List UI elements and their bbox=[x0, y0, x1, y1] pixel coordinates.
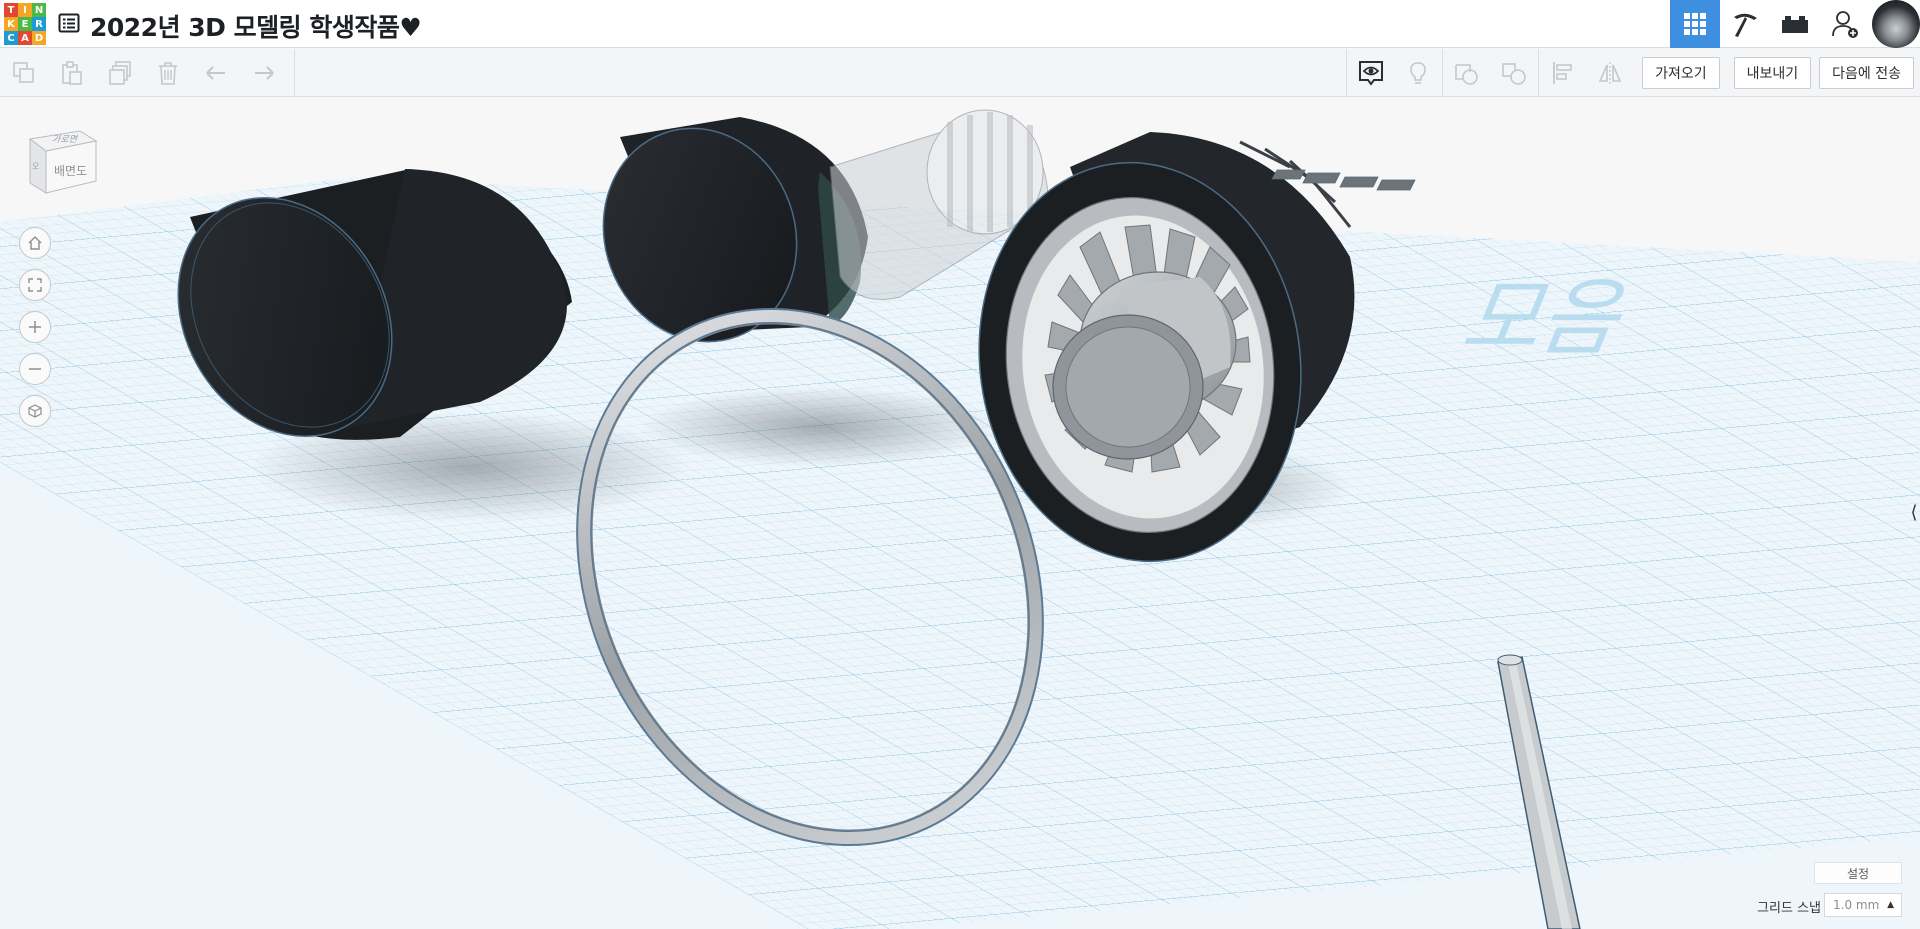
scene-canvas[interactable]: 모음 bbox=[0, 97, 1920, 929]
notes-toggle-button[interactable] bbox=[1346, 49, 1394, 97]
copy-button[interactable] bbox=[0, 49, 48, 97]
logo-letter: T bbox=[4, 3, 18, 17]
tinkercad-logo[interactable]: TINKERCAD bbox=[4, 3, 46, 45]
zoom-in-icon bbox=[29, 321, 41, 333]
logo-letter: R bbox=[32, 17, 46, 31]
fit-view-button[interactable] bbox=[19, 269, 51, 301]
zoom-out-icon bbox=[29, 368, 41, 370]
pickaxe-icon bbox=[1734, 13, 1757, 37]
view-cube[interactable]: 가로면 배면도 오 bbox=[22, 125, 100, 201]
delete-button[interactable] bbox=[144, 49, 192, 97]
viewcube-side-label: 오 bbox=[32, 162, 39, 171]
viewcube-top-label: 가로면 bbox=[51, 134, 80, 145]
paste-icon bbox=[62, 61, 82, 85]
logo-letter: A bbox=[18, 31, 32, 45]
duplicate-icon bbox=[109, 61, 131, 85]
document-title[interactable]: 2022년 3D 모델링 학생작품♥ bbox=[90, 8, 422, 44]
logo-letter: N bbox=[32, 3, 46, 17]
home-view-icon bbox=[28, 236, 42, 250]
grid-view-icon bbox=[1684, 13, 1706, 35]
logo-letter: E bbox=[18, 17, 32, 31]
ortho-view-icon bbox=[28, 404, 42, 418]
caret-up-icon: ▲ bbox=[1887, 900, 1894, 910]
logo-letter: D bbox=[32, 31, 46, 45]
add-user-icon bbox=[1832, 11, 1858, 38]
import-button[interactable]: 가져오기 bbox=[1642, 57, 1720, 89]
zoom-out-button[interactable] bbox=[19, 353, 51, 385]
ungroup-icon bbox=[1502, 63, 1526, 85]
panel-collapse-toggle[interactable]: ⟨ bbox=[1908, 492, 1920, 532]
group-icon bbox=[1454, 64, 1478, 85]
home-view-button[interactable] bbox=[19, 227, 51, 259]
logo-letter: I bbox=[18, 3, 32, 17]
export-button[interactable]: 내보내기 bbox=[1733, 57, 1812, 89]
undo-icon bbox=[206, 66, 225, 80]
blocks-view-button[interactable] bbox=[1720, 0, 1770, 48]
toolbar: 가져오기 내보내기 다음에 전송 bbox=[0, 49, 1920, 97]
copy-icon bbox=[13, 62, 34, 83]
bricks-view-button[interactable] bbox=[1770, 0, 1820, 48]
3d-design-view-button[interactable] bbox=[1670, 0, 1720, 48]
design-list-icon[interactable] bbox=[58, 12, 80, 34]
redo-icon bbox=[255, 66, 274, 80]
logo-letter: C bbox=[4, 31, 18, 45]
top-nav bbox=[1670, 0, 1920, 48]
delete-icon bbox=[159, 62, 177, 85]
top-bar: TINKERCAD 2022년 3D 모델링 학생작품♥ bbox=[0, 0, 1920, 48]
undo-button[interactable] bbox=[192, 49, 240, 97]
ungroup-button[interactable] bbox=[1490, 49, 1538, 97]
paste-button[interactable] bbox=[48, 49, 96, 97]
chevron-left-icon: ⟨ bbox=[1910, 501, 1918, 522]
user-avatar[interactable] bbox=[1872, 0, 1920, 48]
lightbulb-icon bbox=[1410, 62, 1426, 84]
send-to-button[interactable]: 다음에 전송 bbox=[1819, 57, 1914, 89]
edit-tools bbox=[0, 49, 295, 97]
notes-eye-icon bbox=[1358, 61, 1383, 86]
mirror-button[interactable] bbox=[1586, 49, 1634, 97]
mirror-icon bbox=[1598, 62, 1622, 84]
shape-tools: 가져오기 내보내기 다음에 전송 bbox=[1346, 49, 1920, 97]
invite-user-button[interactable] bbox=[1820, 0, 1870, 48]
fit-view-icon bbox=[28, 278, 42, 292]
show-all-button[interactable] bbox=[1394, 49, 1442, 97]
settings-button[interactable]: 설정 bbox=[1814, 862, 1902, 884]
grid-snap-value: 1.0 mm bbox=[1833, 898, 1880, 912]
grid-snap-select[interactable]: 1.0 mm ▲ bbox=[1824, 893, 1902, 917]
duplicate-button[interactable] bbox=[96, 49, 144, 97]
logo-letter: K bbox=[4, 17, 18, 31]
redo-button[interactable] bbox=[240, 49, 288, 97]
align-icon bbox=[1552, 62, 1572, 84]
grid-snap-label: 그리드 스냅 bbox=[1757, 901, 1821, 916]
align-button[interactable] bbox=[1538, 49, 1586, 97]
3d-workspace[interactable]: 모음 가로면 배면도 오 ⟨ 설정 그리드 스냅 1.0 mm ▲ bbox=[0, 97, 1920, 929]
ortho-view-button[interactable] bbox=[19, 395, 51, 427]
group-button[interactable] bbox=[1442, 49, 1490, 97]
zoom-in-button[interactable] bbox=[19, 311, 51, 343]
viewcube-front-label: 배면도 bbox=[54, 164, 87, 178]
bricks-icon bbox=[1782, 16, 1808, 33]
